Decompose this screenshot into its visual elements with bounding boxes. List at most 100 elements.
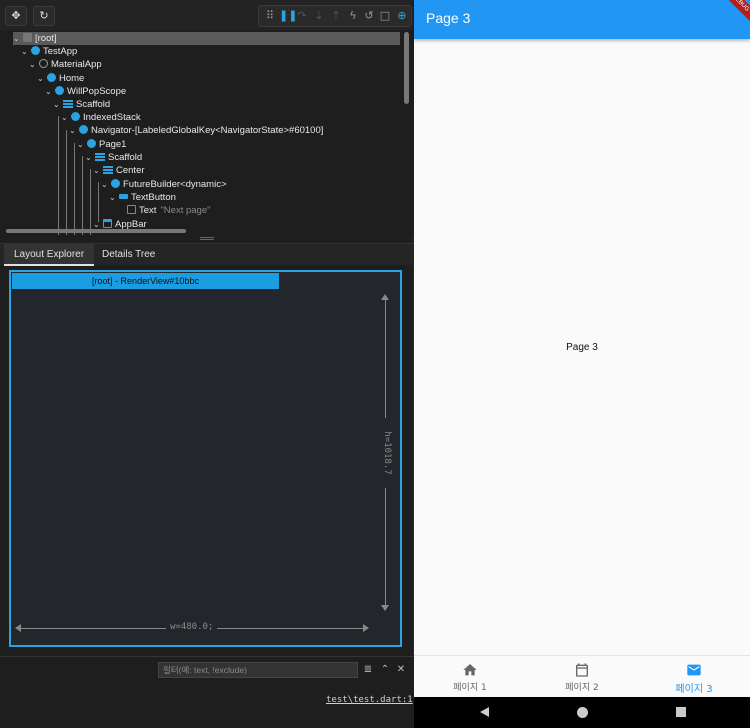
body-text: Page 3 xyxy=(566,342,598,353)
scaffold-node-icon xyxy=(63,99,73,108)
tab-details-tree[interactable]: Details Tree xyxy=(92,244,165,266)
tree-guide xyxy=(98,182,99,222)
refresh-tree-button[interactable]: ↻ xyxy=(33,6,55,26)
widget-node-icon xyxy=(31,46,40,55)
chevron-down-icon[interactable]: ⌄ xyxy=(101,178,109,191)
chevron-down-icon[interactable]: ⌄ xyxy=(85,151,93,164)
console-area: 필터(예: text, !exclude) ≣ ⌃ ✕ test\test.da… xyxy=(0,656,414,728)
zoom-icon[interactable]: ⊕ xyxy=(395,9,409,23)
tab-layout-explorer[interactable]: Layout Explorer xyxy=(4,244,95,266)
square-icon[interactable]: □ xyxy=(378,9,392,23)
chevron-down-icon[interactable]: ⌄ xyxy=(21,45,29,58)
back-icon[interactable] xyxy=(480,707,489,717)
tree-node-testapp[interactable]: ⌄ TestApp xyxy=(21,45,77,58)
chevron-down-icon[interactable]: ⌄ xyxy=(45,85,53,98)
tree-guide xyxy=(66,130,67,235)
tree-node-label: Scaffold xyxy=(108,152,143,163)
layout-explorer: [root] - RenderView#10bbc h=1018.7 w=480… xyxy=(9,270,402,647)
tree-node-navigator[interactable]: ⌄ Navigator-[LabeledGlobalKey<NavigatorSt… xyxy=(69,124,323,137)
render-node-label[interactable]: [root] - RenderView#10bbc xyxy=(12,273,279,289)
arrow-down-icon xyxy=(381,605,389,611)
chevron-down-icon[interactable]: ⌄ xyxy=(29,58,37,71)
tree-node-indexedstack[interactable]: ⌄ IndexedStack xyxy=(61,111,141,124)
tree-node-label: IndexedStack xyxy=(83,112,141,123)
tree-node-willpopscope[interactable]: ⌄ WillPopScope xyxy=(45,85,126,98)
tree-node-label: Navigator-[LabeledGlobalKey<NavigatorSta… xyxy=(91,125,324,136)
devtools-panel: ✥ ↻ ⠿ ❚❚ ↷ ⇣ ⇡ ϟ ↺ □ ⊕ ⌄ [root] ⌄ TestAp… xyxy=(0,0,414,728)
chevron-down-icon[interactable]: ⌄ xyxy=(37,72,45,85)
tree-horizontal-scrollbar[interactable] xyxy=(6,229,186,233)
app-bar: Page 3 DEBUG xyxy=(414,0,750,39)
chevron-down-icon[interactable]: ⌄ xyxy=(109,191,117,204)
widget-tree: ⌄ [root] ⌄ TestApp ⌄ MaterialApp ⌄ Home ⌄ Wil… xyxy=(0,30,414,235)
tree-node-scaffold[interactable]: ⌄ Scaffold xyxy=(53,98,110,111)
tree-node-root[interactable]: ⌄ [root] xyxy=(13,32,400,45)
nav-label: 페이지 2 xyxy=(565,683,599,693)
calendar-icon xyxy=(576,663,588,677)
widget-node-icon xyxy=(87,139,96,148)
appbar-node-icon xyxy=(103,219,112,228)
tree-guide xyxy=(82,156,83,235)
tree-node-textbutton[interactable]: ⌄ TextButton xyxy=(109,191,176,204)
lightning-icon[interactable]: ϟ xyxy=(346,9,360,23)
system-navigation-bar xyxy=(414,697,750,728)
chevron-down-icon[interactable]: ⌄ xyxy=(77,138,85,151)
tree-node-scaffold-2[interactable]: ⌄ Scaffold xyxy=(85,151,142,164)
scaffold-node-icon xyxy=(95,152,105,161)
arrow-up-icon xyxy=(381,294,389,300)
chevron-down-icon[interactable]: ⌄ xyxy=(61,111,69,124)
tree-guide xyxy=(90,169,91,235)
text-node-icon xyxy=(127,205,136,214)
tree-guide xyxy=(58,116,59,235)
select-widget-button[interactable]: ✥ xyxy=(5,6,27,26)
arrow-right-icon xyxy=(363,624,369,632)
tree-node-label: Scaffold xyxy=(76,99,111,110)
source-link[interactable]: test\test.dart:1 xyxy=(326,695,413,705)
select-widget-icon: ✥ xyxy=(11,9,21,22)
tree-guide xyxy=(74,143,75,235)
tree-node-home[interactable]: ⌄ Home xyxy=(37,72,84,85)
refresh-icon: ↻ xyxy=(39,9,49,22)
recent-apps-icon[interactable] xyxy=(676,707,686,717)
filter-input[interactable]: 필터(예: text, !exclude) xyxy=(158,662,358,678)
debug-banner: DEBUG xyxy=(721,0,750,22)
tree-node-label: Home xyxy=(59,73,85,84)
undo-icon[interactable]: ↺ xyxy=(362,9,376,23)
pause-icon[interactable]: ❚❚ xyxy=(279,9,297,23)
center-node-icon xyxy=(103,165,113,174)
tree-node-materialapp[interactable]: ⌄ MaterialApp xyxy=(29,58,102,71)
chevron-up-icon[interactable]: ⌃ xyxy=(379,663,391,677)
tree-node-label: Page1 xyxy=(99,139,127,150)
tree-node-center[interactable]: ⌄ Center xyxy=(93,164,145,177)
home-button-icon[interactable] xyxy=(577,707,588,718)
filter-options-icon[interactable]: ≣ xyxy=(362,663,374,677)
tree-node-label: WillPopScope xyxy=(67,86,127,97)
chevron-down-icon[interactable]: ⌄ xyxy=(69,124,77,137)
button-node-icon xyxy=(119,194,128,199)
panel-splitter[interactable] xyxy=(200,237,214,240)
material-node-icon xyxy=(39,59,48,68)
nav-item-page3[interactable]: 페이지 3 xyxy=(638,656,750,698)
tree-vertical-scrollbar[interactable] xyxy=(404,32,409,104)
close-icon[interactable]: ✕ xyxy=(395,663,407,677)
chevron-down-icon[interactable]: ⌄ xyxy=(93,164,101,177)
step-down-icon[interactable]: ⇣ xyxy=(312,9,326,23)
tree-node-futurebuilder[interactable]: ⌄ FutureBuilder<dynamic> xyxy=(101,178,227,191)
tree-node-label: [root] xyxy=(35,33,57,44)
chevron-down-icon[interactable]: ⌄ xyxy=(13,32,21,45)
debug-controls: ⠿ ❚❚ ↷ ⇣ ⇡ ϟ ↺ □ ⊕ xyxy=(258,5,412,27)
tree-node-page1[interactable]: ⌄ Page1 xyxy=(77,138,126,151)
nav-item-page1[interactable]: 페이지 1 xyxy=(414,656,526,698)
widget-node-icon xyxy=(47,73,56,82)
chevron-down-icon[interactable]: ⌄ xyxy=(53,98,61,111)
tree-node-label: FutureBuilder<dynamic> xyxy=(123,179,227,190)
drag-handle-icon[interactable]: ⠿ xyxy=(263,9,277,23)
tree-node-label: MaterialApp xyxy=(51,59,102,70)
nav-item-page2[interactable]: 페이지 2 xyxy=(526,656,638,698)
tree-node-text[interactable]: Text "Next page" xyxy=(127,204,211,217)
nav-label: 페이지 1 xyxy=(453,683,487,693)
tree-node-label: Text xyxy=(139,205,157,216)
app-preview: Page 3 DEBUG Page 3 페이지 1 페이지 2 페이지 3 xyxy=(414,0,750,728)
redo-icon[interactable]: ↷ xyxy=(295,9,309,23)
step-up-icon[interactable]: ⇡ xyxy=(329,9,343,23)
